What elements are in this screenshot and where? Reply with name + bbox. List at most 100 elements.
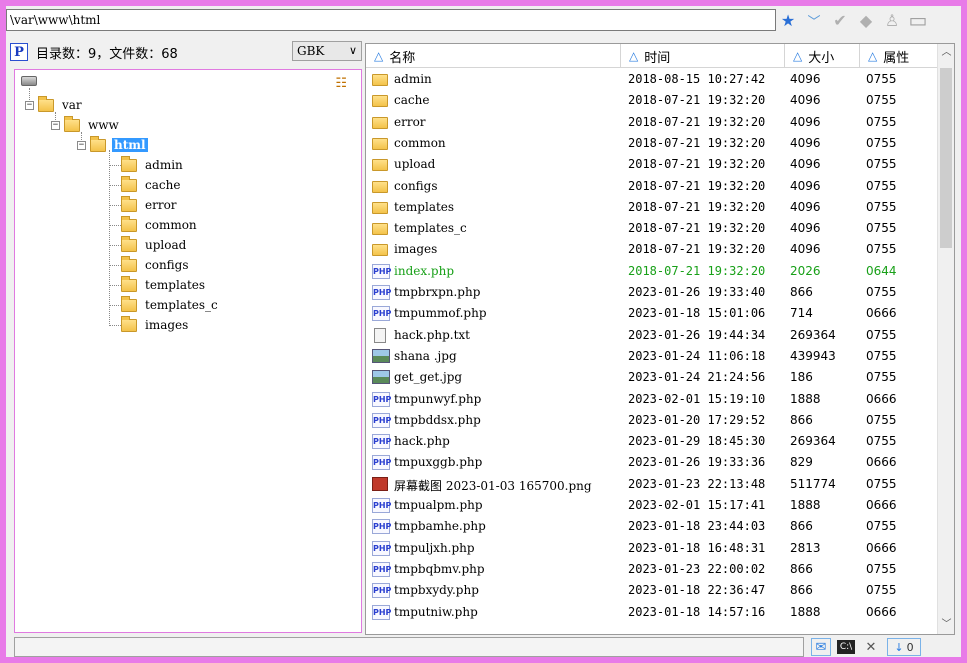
tree-node-error[interactable]: error (121, 195, 179, 214)
drive-icon[interactable] (21, 76, 37, 86)
star-icon[interactable]: ★ (778, 10, 798, 30)
table-row[interactable]: 屏幕截图 2023-01-03 165700.png 2023-01-23 22:… (366, 474, 938, 495)
path-input[interactable]: \var\www\html (6, 9, 776, 31)
folder-icon (121, 195, 137, 212)
file-size: 2026 (790, 263, 821, 278)
scroll-thumb[interactable] (940, 68, 952, 248)
vertical-scrollbar[interactable]: ︿ ﹀ (937, 44, 954, 634)
tree-node-templates_c[interactable]: templates_c (121, 295, 220, 314)
table-row[interactable]: error 2018-07-21 19:32:20 4096 0755 (366, 112, 938, 133)
tree-node-templates[interactable]: templates (121, 275, 207, 294)
tree-node-var[interactable]: − var (25, 95, 84, 114)
file-name: index.php (394, 263, 455, 278)
column-size-header[interactable]: △ 大小 (785, 44, 860, 68)
tree-label: error (145, 198, 177, 212)
tree-options-icon[interactable]: ☷ (335, 76, 347, 91)
file-attr: 0666 (866, 306, 897, 321)
table-row[interactable]: images 2018-07-21 19:32:20 4096 0755 (366, 239, 938, 260)
table-row[interactable]: templates_c 2018-07-21 19:32:20 4096 0755 (366, 218, 938, 239)
table-row[interactable]: PHP tmpummof.php 2023-01-18 15:01:06 714 066… (366, 303, 938, 324)
php-file-icon: PHP (372, 285, 391, 300)
table-row[interactable]: admin 2018-08-15 10:27:42 4096 0755 (366, 69, 938, 90)
tree-node-upload[interactable]: upload (121, 235, 188, 254)
column-time-header[interactable]: △ 时间 (621, 44, 785, 68)
check-icon[interactable]: ✔ (830, 10, 850, 30)
scroll-down-icon[interactable]: ﹀ (938, 616, 954, 634)
file-size: 2813 (790, 540, 821, 555)
scroll-up-icon[interactable]: ︿ (938, 44, 954, 62)
table-row[interactable]: templates 2018-07-21 19:32:20 4096 0755 (366, 197, 938, 218)
table-row[interactable]: PHP index.php 2018-07-21 19:32:20 2026 0644 (366, 261, 938, 282)
table-row[interactable]: PHP tmpbqbmv.php 2023-01-23 22:00:02 866 075… (366, 559, 938, 580)
file-size: 1888 (790, 604, 821, 619)
column-name-header[interactable]: △ 名称 (366, 44, 621, 68)
tools-icon[interactable]: ✕ (861, 638, 881, 656)
tree-node-configs[interactable]: configs (121, 255, 191, 274)
dropdown-check-icon[interactable]: ﹀ (804, 10, 824, 30)
mail-icon[interactable]: ✉ (811, 638, 831, 656)
tree-label: templates_c (145, 298, 218, 312)
file-attr: 0755 (866, 178, 897, 193)
window-icon[interactable]: ▭ (908, 8, 928, 32)
php-file-icon: PHP (372, 306, 391, 322)
table-row[interactable]: PHP tmpunwyf.php 2023-02-01 15:19:10 1888 06… (366, 389, 938, 410)
table-row[interactable]: configs 2018-07-21 19:32:20 4096 0755 (366, 176, 938, 197)
table-row[interactable]: common 2018-07-21 19:32:20 4096 0755 (366, 133, 938, 154)
folder-icon (38, 95, 54, 112)
file-size: 4096 (790, 72, 821, 86)
table-row[interactable]: upload 2018-07-21 19:32:20 4096 0755 (366, 154, 938, 175)
tree-node-cache[interactable]: cache (121, 175, 182, 194)
table-row[interactable]: PHP tmpbddsx.php 2023-01-20 17:29:52 866 075… (366, 410, 938, 431)
folder-icon (121, 155, 137, 172)
user-icon[interactable]: ♙ (882, 10, 902, 30)
tree-label: upload (145, 238, 187, 252)
back-icon[interactable]: ◆ (856, 10, 876, 30)
download-count: 0 (906, 640, 914, 654)
tree-node-images[interactable]: images (121, 315, 190, 334)
php-file-icon: PHP (372, 434, 391, 450)
file-name: tmpbrxpn.php (394, 285, 481, 299)
tree-node-admin[interactable]: admin (121, 155, 185, 174)
encoding-value: GBK (297, 44, 325, 58)
file-size: 4096 (790, 199, 821, 214)
file-time: 2023-01-29 18:45:30 (628, 434, 766, 449)
tree-node-www[interactable]: − www (51, 115, 121, 134)
table-row[interactable]: PHP tmpuljxh.php 2023-01-18 16:48:31 2813 06… (366, 538, 938, 559)
download-button[interactable]: ↓ 0 (887, 638, 921, 656)
p-button[interactable]: P (10, 43, 28, 61)
encoding-select[interactable]: GBK ∨ (292, 41, 362, 61)
table-row[interactable]: PHP hack.php 2023-01-29 18:45:30 269364 0755 (366, 431, 938, 452)
file-attr: 0755 (866, 561, 897, 576)
text-file-icon (374, 327, 386, 343)
collapse-icon[interactable]: − (51, 120, 60, 130)
tree-node-html[interactable]: − html (77, 135, 148, 154)
tree-node-common[interactable]: common (121, 215, 199, 234)
file-name: templates_c (394, 221, 467, 236)
table-row[interactable]: PHP tmpbxydy.php 2023-01-18 22:36:47 866 075… (366, 580, 938, 601)
collapse-icon[interactable]: − (25, 100, 34, 110)
file-attr: 0755 (866, 285, 897, 299)
table-row[interactable]: PHP tmpuxggb.php 2023-01-26 19:33:36 829 066… (366, 452, 938, 473)
file-attr: 0755 (866, 157, 897, 172)
collapse-icon[interactable]: − (77, 140, 86, 150)
table-row[interactable]: PHP tmputniw.php 2023-01-18 14:57:16 1888 06… (366, 602, 938, 623)
table-row[interactable]: PHP tmpbamhe.php 2023-01-18 23:44:03 866 075… (366, 516, 938, 537)
table-row[interactable]: hack.php.txt 2023-01-26 19:44:34 269364 075… (366, 325, 938, 346)
table-row[interactable]: PHP tmpualpm.php 2023-02-01 15:17:41 1888 06… (366, 495, 938, 516)
file-size: 4096 (790, 157, 821, 172)
column-label: 名称 (389, 50, 416, 66)
table-row[interactable]: PHP tmpbrxpn.php 2023-01-26 19:33:40 866 075… (366, 282, 938, 303)
file-attr: 0755 (866, 327, 897, 342)
folder-icon (121, 175, 137, 192)
sort-icon: △ (629, 49, 639, 63)
file-name: tmpuxggb.php (394, 455, 483, 470)
file-attr: 0755 (866, 583, 897, 598)
column-attr-header[interactable]: △ 属性 (860, 44, 938, 68)
table-row[interactable]: shana .jpg 2023-01-24 11:06:18 439943 0755 (366, 346, 938, 367)
table-row[interactable]: cache 2018-07-21 19:32:20 4096 0755 (366, 90, 938, 111)
file-name: tmpualpm.php (394, 498, 483, 512)
table-row[interactable]: get_get.jpg 2023-01-24 21:24:56 186 0755 (366, 367, 938, 388)
console-icon[interactable]: C:\ (837, 640, 855, 654)
file-time: 2023-01-18 22:36:47 (628, 583, 766, 598)
file-name: hack.php.txt (394, 327, 471, 342)
